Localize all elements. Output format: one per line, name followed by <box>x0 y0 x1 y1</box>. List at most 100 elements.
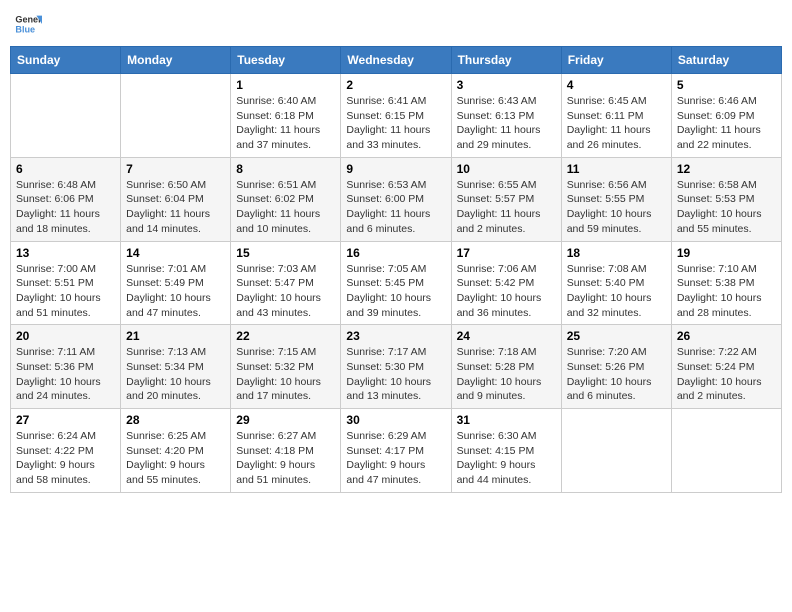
day-info: Sunrise: 6:45 AM Sunset: 6:11 PM Dayligh… <box>567 94 666 153</box>
day-info: Sunrise: 7:18 AM Sunset: 5:28 PM Dayligh… <box>457 345 556 404</box>
day-number: 6 <box>16 162 115 176</box>
day-number: 11 <box>567 162 666 176</box>
calendar-cell: 11 Sunrise: 6:56 AM Sunset: 5:55 PM Dayli… <box>561 157 671 241</box>
calendar-cell: 18 Sunrise: 7:08 AM Sunset: 5:40 PM Dayli… <box>561 241 671 325</box>
day-number: 3 <box>457 78 556 92</box>
calendar-cell <box>671 409 781 493</box>
calendar-header-sunday: Sunday <box>11 47 121 74</box>
calendar-week-1: 1Sunrise: 6:40 AM Sunset: 6:18 PM Daylig… <box>11 74 782 158</box>
day-number: 29 <box>236 413 335 427</box>
day-info: Sunrise: 7:08 AM Sunset: 5:40 PM Dayligh… <box>567 262 666 321</box>
day-info: Sunrise: 7:17 AM Sunset: 5:30 PM Dayligh… <box>346 345 445 404</box>
day-info: Sunrise: 6:29 AM Sunset: 4:17 PM Dayligh… <box>346 429 445 488</box>
svg-text:Blue: Blue <box>15 24 35 34</box>
day-number: 2 <box>346 78 445 92</box>
calendar-cell: 29 Sunrise: 6:27 AM Sunset: 4:18 PM Dayli… <box>231 409 341 493</box>
calendar-cell: 25 Sunrise: 7:20 AM Sunset: 5:26 PM Dayli… <box>561 325 671 409</box>
day-info: Sunrise: 6:27 AM Sunset: 4:18 PM Dayligh… <box>236 429 335 488</box>
day-info: Sunrise: 7:03 AM Sunset: 5:47 PM Dayligh… <box>236 262 335 321</box>
day-number: 16 <box>346 246 445 260</box>
day-number: 17 <box>457 246 556 260</box>
calendar: SundayMondayTuesdayWednesdayThursdayFrid… <box>10 46 782 493</box>
calendar-cell: 9 Sunrise: 6:53 AM Sunset: 6:00 PM Daylig… <box>341 157 451 241</box>
logo-icon: General Blue <box>14 10 42 38</box>
calendar-cell: 28 Sunrise: 6:25 AM Sunset: 4:20 PM Dayli… <box>121 409 231 493</box>
calendar-week-4: 20 Sunrise: 7:11 AM Sunset: 5:36 PM Dayli… <box>11 325 782 409</box>
day-number: 18 <box>567 246 666 260</box>
day-number: 13 <box>16 246 115 260</box>
day-info: Sunrise: 6:56 AM Sunset: 5:55 PM Dayligh… <box>567 178 666 237</box>
calendar-cell <box>561 409 671 493</box>
day-info: Sunrise: 7:06 AM Sunset: 5:42 PM Dayligh… <box>457 262 556 321</box>
calendar-cell: 22 Sunrise: 7:15 AM Sunset: 5:32 PM Dayli… <box>231 325 341 409</box>
calendar-header-row: SundayMondayTuesdayWednesdayThursdayFrid… <box>11 47 782 74</box>
calendar-header-monday: Monday <box>121 47 231 74</box>
day-number: 8 <box>236 162 335 176</box>
day-info: Sunrise: 7:00 AM Sunset: 5:51 PM Dayligh… <box>16 262 115 321</box>
day-number: 7 <box>126 162 225 176</box>
logo: General Blue <box>14 10 42 38</box>
calendar-cell: 3Sunrise: 6:43 AM Sunset: 6:13 PM Daylig… <box>451 74 561 158</box>
calendar-cell: 31Sunrise: 6:30 AM Sunset: 4:15 PM Dayli… <box>451 409 561 493</box>
day-number: 5 <box>677 78 776 92</box>
calendar-cell: 2Sunrise: 6:41 AM Sunset: 6:15 PM Daylig… <box>341 74 451 158</box>
day-info: Sunrise: 7:13 AM Sunset: 5:34 PM Dayligh… <box>126 345 225 404</box>
day-info: Sunrise: 6:55 AM Sunset: 5:57 PM Dayligh… <box>457 178 556 237</box>
day-number: 28 <box>126 413 225 427</box>
calendar-cell: 4 Sunrise: 6:45 AM Sunset: 6:11 PM Daylig… <box>561 74 671 158</box>
calendar-cell: 13 Sunrise: 7:00 AM Sunset: 5:51 PM Dayli… <box>11 241 121 325</box>
day-number: 15 <box>236 246 335 260</box>
calendar-cell: 12 Sunrise: 6:58 AM Sunset: 5:53 PM Dayli… <box>671 157 781 241</box>
calendar-header-thursday: Thursday <box>451 47 561 74</box>
day-number: 19 <box>677 246 776 260</box>
calendar-cell: 30 Sunrise: 6:29 AM Sunset: 4:17 PM Dayli… <box>341 409 451 493</box>
calendar-cell: 23 Sunrise: 7:17 AM Sunset: 5:30 PM Dayli… <box>341 325 451 409</box>
calendar-cell: 15 Sunrise: 7:03 AM Sunset: 5:47 PM Dayli… <box>231 241 341 325</box>
calendar-cell: 1Sunrise: 6:40 AM Sunset: 6:18 PM Daylig… <box>231 74 341 158</box>
day-number: 14 <box>126 246 225 260</box>
day-info: Sunrise: 7:20 AM Sunset: 5:26 PM Dayligh… <box>567 345 666 404</box>
day-info: Sunrise: 7:01 AM Sunset: 5:49 PM Dayligh… <box>126 262 225 321</box>
day-number: 25 <box>567 329 666 343</box>
page-header: General Blue <box>10 10 782 38</box>
calendar-cell: 17 Sunrise: 7:06 AM Sunset: 5:42 PM Dayli… <box>451 241 561 325</box>
day-info: Sunrise: 7:11 AM Sunset: 5:36 PM Dayligh… <box>16 345 115 404</box>
calendar-week-2: 6 Sunrise: 6:48 AM Sunset: 6:06 PM Daylig… <box>11 157 782 241</box>
calendar-cell: 14 Sunrise: 7:01 AM Sunset: 5:49 PM Dayli… <box>121 241 231 325</box>
day-info: Sunrise: 6:58 AM Sunset: 5:53 PM Dayligh… <box>677 178 776 237</box>
day-number: 4 <box>567 78 666 92</box>
day-number: 10 <box>457 162 556 176</box>
day-number: 23 <box>346 329 445 343</box>
day-number: 22 <box>236 329 335 343</box>
calendar-cell: 16Sunrise: 7:05 AM Sunset: 5:45 PM Dayli… <box>341 241 451 325</box>
day-info: Sunrise: 7:15 AM Sunset: 5:32 PM Dayligh… <box>236 345 335 404</box>
day-info: Sunrise: 7:22 AM Sunset: 5:24 PM Dayligh… <box>677 345 776 404</box>
day-info: Sunrise: 6:40 AM Sunset: 6:18 PM Dayligh… <box>236 94 335 153</box>
calendar-header-wednesday: Wednesday <box>341 47 451 74</box>
calendar-cell: 8 Sunrise: 6:51 AM Sunset: 6:02 PM Daylig… <box>231 157 341 241</box>
day-info: Sunrise: 6:48 AM Sunset: 6:06 PM Dayligh… <box>16 178 115 237</box>
day-number: 26 <box>677 329 776 343</box>
calendar-cell: 24 Sunrise: 7:18 AM Sunset: 5:28 PM Dayli… <box>451 325 561 409</box>
day-info: Sunrise: 6:53 AM Sunset: 6:00 PM Dayligh… <box>346 178 445 237</box>
calendar-header-friday: Friday <box>561 47 671 74</box>
day-number: 9 <box>346 162 445 176</box>
day-info: Sunrise: 6:50 AM Sunset: 6:04 PM Dayligh… <box>126 178 225 237</box>
calendar-cell: 10 Sunrise: 6:55 AM Sunset: 5:57 PM Dayli… <box>451 157 561 241</box>
day-number: 30 <box>346 413 445 427</box>
day-info: Sunrise: 6:25 AM Sunset: 4:20 PM Dayligh… <box>126 429 225 488</box>
calendar-cell: 20 Sunrise: 7:11 AM Sunset: 5:36 PM Dayli… <box>11 325 121 409</box>
calendar-cell: 26 Sunrise: 7:22 AM Sunset: 5:24 PM Dayli… <box>671 325 781 409</box>
calendar-cell: 7 Sunrise: 6:50 AM Sunset: 6:04 PM Daylig… <box>121 157 231 241</box>
day-number: 20 <box>16 329 115 343</box>
day-number: 31 <box>457 413 556 427</box>
day-number: 24 <box>457 329 556 343</box>
day-number: 12 <box>677 162 776 176</box>
day-info: Sunrise: 6:51 AM Sunset: 6:02 PM Dayligh… <box>236 178 335 237</box>
calendar-cell: 5Sunrise: 6:46 AM Sunset: 6:09 PM Daylig… <box>671 74 781 158</box>
calendar-cell: 27Sunrise: 6:24 AM Sunset: 4:22 PM Dayli… <box>11 409 121 493</box>
day-number: 21 <box>126 329 225 343</box>
calendar-cell: 6 Sunrise: 6:48 AM Sunset: 6:06 PM Daylig… <box>11 157 121 241</box>
day-number: 27 <box>16 413 115 427</box>
calendar-header-tuesday: Tuesday <box>231 47 341 74</box>
